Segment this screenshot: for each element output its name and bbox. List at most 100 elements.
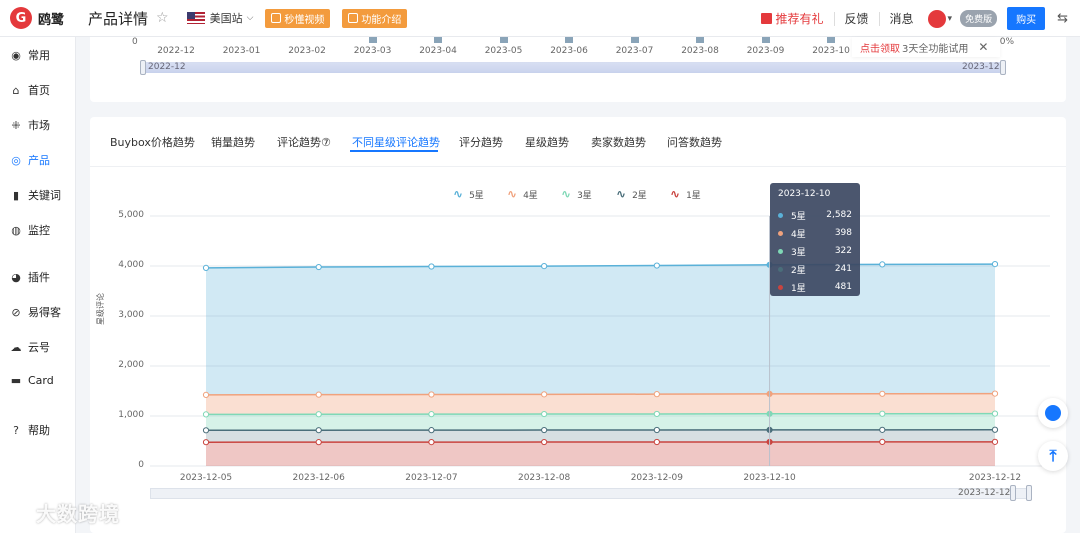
data-point[interactable] (315, 411, 322, 418)
data-point[interactable] (202, 411, 210, 418)
data-point[interactable] (428, 427, 435, 434)
avatar[interactable] (927, 9, 946, 28)
video-button[interactable]: 秒懂视频 (265, 8, 331, 28)
gift-icon (760, 13, 772, 24)
trial-promo[interactable]: 点击领取 3天全功能试用 ✕ (852, 37, 1000, 57)
zoom-handle-right[interactable] (1026, 485, 1032, 501)
star-review-chart[interactable] (90, 117, 1066, 533)
logo[interactable]: G 鸥鹭 (0, 0, 76, 37)
tooltip-dot (778, 266, 783, 272)
sidebar-item-home[interactable]: ⌂ 首页 (10, 82, 51, 98)
sidebar-item-label: Card (28, 374, 54, 387)
data-point[interactable] (428, 391, 435, 398)
site-select[interactable]: 美国站 (210, 10, 243, 26)
data-point[interactable] (879, 261, 886, 268)
top-bar: G 鸥鹭 产品详情 ☆ 美国站 ⌵ 秒懂视频 功能介绍 推荐有礼 反馈 消息 ▾… (0, 0, 1080, 37)
data-point[interactable] (879, 390, 886, 397)
data-point[interactable] (315, 427, 322, 434)
mini-bar (761, 37, 770, 43)
data-point[interactable] (879, 438, 886, 445)
zoom-slider-track[interactable] (150, 488, 1030, 499)
tooltip-row: 3星 322 (778, 242, 852, 260)
sidebar-item-label: 市场 (28, 119, 50, 132)
mini-bar (630, 37, 639, 43)
month-tick-label: 2023-09 (746, 46, 785, 56)
data-point[interactable] (428, 439, 435, 446)
data-point[interactable] (653, 391, 660, 398)
zoom-handle-left[interactable] (1010, 485, 1016, 501)
chevron-down-icon[interactable]: ▾ (948, 14, 953, 24)
buy-button[interactable]: 购买 (1007, 7, 1046, 30)
tooltip-series-name: 5星 (791, 211, 806, 222)
data-point[interactable] (991, 438, 999, 445)
messages-link[interactable]: 消息 (890, 10, 914, 27)
chevron-down-icon[interactable]: ⌵ (247, 13, 254, 23)
close-icon[interactable]: ✕ (978, 40, 988, 54)
range-slider-fill[interactable] (143, 62, 1005, 73)
sidebar-item-card[interactable]: ▬ Card (10, 374, 54, 387)
tooltip-value: 398 (834, 228, 852, 238)
data-point[interactable] (202, 391, 210, 398)
tooltip-series-name: 3星 (791, 247, 806, 258)
data-point[interactable] (541, 410, 548, 418)
sidebar-item-cloud[interactable]: ☁ 云号 (10, 339, 51, 355)
data-point[interactable] (991, 410, 999, 417)
swap-icon[interactable]: ⇆ (1057, 11, 1068, 26)
range-handle-right[interactable] (1000, 60, 1006, 75)
data-point[interactable] (202, 439, 210, 446)
mini-bar (827, 37, 835, 43)
back-to-top-button[interactable]: ⤒ (1038, 441, 1068, 471)
sidebar-item-market[interactable]: ⁜ 市场 (10, 117, 50, 133)
tooltip-rows: 5星 2,582 4星 398 3星 322 2星 241 1星 481 (778, 206, 852, 296)
series-area (206, 264, 995, 395)
data-point[interactable] (991, 426, 999, 433)
sidebar-item-monitor[interactable]: ◍ 监控 (10, 222, 50, 238)
link-icon: ⊘ (11, 305, 21, 319)
data-point[interactable] (879, 426, 886, 433)
watermark-text: 大数跨境 (36, 502, 120, 526)
sidebar-item-yidek[interactable]: ⊘ 易得客 (10, 304, 61, 320)
tooltip-row: 1星 481 (778, 278, 852, 296)
customer-service-button[interactable] (1038, 398, 1068, 428)
data-point[interactable] (653, 426, 660, 434)
data-point[interactable] (879, 410, 886, 417)
data-point[interactable] (541, 426, 548, 434)
favorite-star-icon[interactable]: ☆ (156, 10, 169, 26)
data-point[interactable] (202, 264, 210, 271)
intro-button-label: 功能介绍 (361, 14, 402, 26)
sidebar-item-label: 首页 (28, 84, 50, 97)
target-icon: ◍ (11, 223, 21, 237)
series-area (206, 413, 995, 431)
data-point[interactable] (315, 391, 322, 398)
data-point[interactable] (541, 438, 548, 446)
month-tick-label: 2023-10 (812, 46, 850, 56)
sidebar-item-help[interactable]: ? 帮助 (10, 422, 50, 438)
recommend-link[interactable]: 推荐有礼 (760, 10, 824, 27)
watermark: 大数跨境 (8, 498, 120, 527)
sidebar-item-common[interactable]: ◉ 常用 (10, 47, 50, 63)
sidebar-item-product[interactable]: ◎ 产品 (10, 152, 50, 168)
data-point[interactable] (315, 439, 322, 446)
data-point[interactable] (991, 261, 999, 268)
sidebar-item-plugin[interactable]: ◕ 插件 (10, 269, 50, 285)
data-point[interactable] (428, 411, 435, 418)
data-point[interactable] (991, 390, 999, 397)
data-point[interactable] (428, 263, 435, 270)
data-point[interactable] (653, 410, 660, 418)
tooltip-series-name: 1星 (791, 283, 806, 294)
feedback-link[interactable]: 反馈 (845, 10, 869, 27)
tooltip-dot (778, 212, 783, 218)
data-point[interactable] (541, 263, 548, 270)
data-point[interactable] (541, 391, 548, 398)
divider (878, 11, 880, 26)
data-point[interactable] (202, 427, 210, 434)
data-point[interactable] (653, 438, 660, 446)
data-point[interactable] (315, 263, 322, 271)
tooltip-value: 241 (834, 264, 852, 274)
plan-badge: 免费版 (960, 10, 998, 27)
sidebar-item-keyword[interactable]: ▮ 关键词 (10, 187, 61, 203)
intro-button[interactable]: 功能介绍 (342, 8, 408, 28)
range-handle-left[interactable] (140, 60, 146, 75)
data-point[interactable] (653, 262, 660, 269)
chart-tooltip: 2023-12-10 5星 2,582 4星 398 3星 322 2星 241 1星 481 (770, 183, 860, 296)
